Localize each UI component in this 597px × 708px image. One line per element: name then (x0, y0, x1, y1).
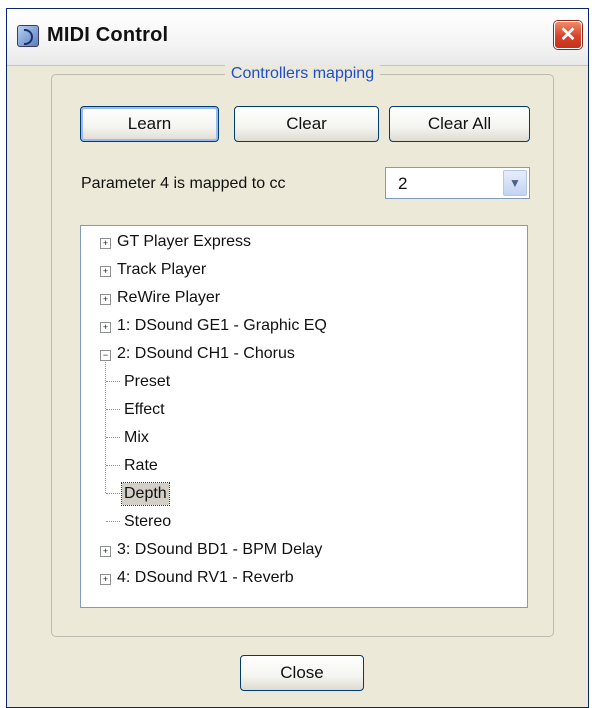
tree-connector-line (106, 437, 120, 438)
cc-select[interactable]: 2 ▼ (385, 167, 530, 199)
tree-child-rate[interactable]: Rate (122, 455, 160, 477)
tree-connector-line (106, 409, 120, 410)
tree-node-reverb[interactable]: 4: DSound RV1 - Reverb (117, 567, 294, 589)
tree-connector-line (106, 493, 120, 494)
tree-node-gt-player-express[interactable]: GT Player Express (117, 231, 251, 253)
tree-connector-line (106, 465, 120, 466)
tree-node-bpm-delay[interactable]: 3: DSound BD1 - BPM Delay (117, 539, 322, 561)
tree-node-rewire-player[interactable]: ReWire Player (117, 287, 220, 309)
expand-icon[interactable]: + (100, 294, 111, 305)
close-window-button[interactable]: ✕ (554, 21, 582, 49)
close-button[interactable]: Close (240, 655, 364, 691)
group-label: Controllers mapping (224, 65, 381, 82)
midi-control-window: MIDI Control ✕ Controllers mapping Learn… (6, 8, 589, 708)
window-title: MIDI Control (47, 24, 169, 46)
expand-icon[interactable]: + (100, 574, 111, 585)
clear-all-button[interactable]: Clear All (389, 106, 530, 142)
collapse-icon[interactable]: − (100, 350, 111, 361)
expand-icon[interactable]: + (100, 266, 111, 277)
tree-child-effect[interactable]: Effect (122, 399, 167, 421)
tree-child-stereo[interactable]: Stereo (122, 511, 173, 533)
midi-app-icon (17, 25, 39, 47)
expand-icon[interactable]: + (100, 546, 111, 557)
expand-icon[interactable]: + (100, 322, 111, 333)
tree-connector-line (106, 381, 120, 382)
tree-connector-line (105, 357, 106, 493)
tree-child-preset[interactable]: Preset (122, 371, 172, 393)
tree-child-mix[interactable]: Mix (122, 427, 151, 449)
clear-button[interactable]: Clear (234, 106, 379, 142)
mapping-label: Parameter 4 is mapped to cc (81, 175, 286, 192)
tree-node-track-player[interactable]: Track Player (117, 259, 206, 281)
cc-select-value: 2 (398, 174, 408, 193)
tree-node-graphic-eq[interactable]: 1: DSound GE1 - Graphic EQ (117, 315, 327, 337)
component-tree[interactable]: + GT Player Express + Track Player + ReW… (80, 225, 528, 608)
tree-connector-line (106, 521, 120, 522)
learn-button[interactable]: Learn (80, 106, 219, 142)
expand-icon[interactable]: + (100, 238, 111, 249)
tree-child-depth-selected[interactable]: Depth (121, 482, 170, 506)
title-bar[interactable]: MIDI Control ✕ (7, 9, 588, 66)
tree-node-chorus[interactable]: 2: DSound CH1 - Chorus (117, 343, 295, 365)
chevron-down-icon[interactable]: ▼ (503, 170, 527, 196)
